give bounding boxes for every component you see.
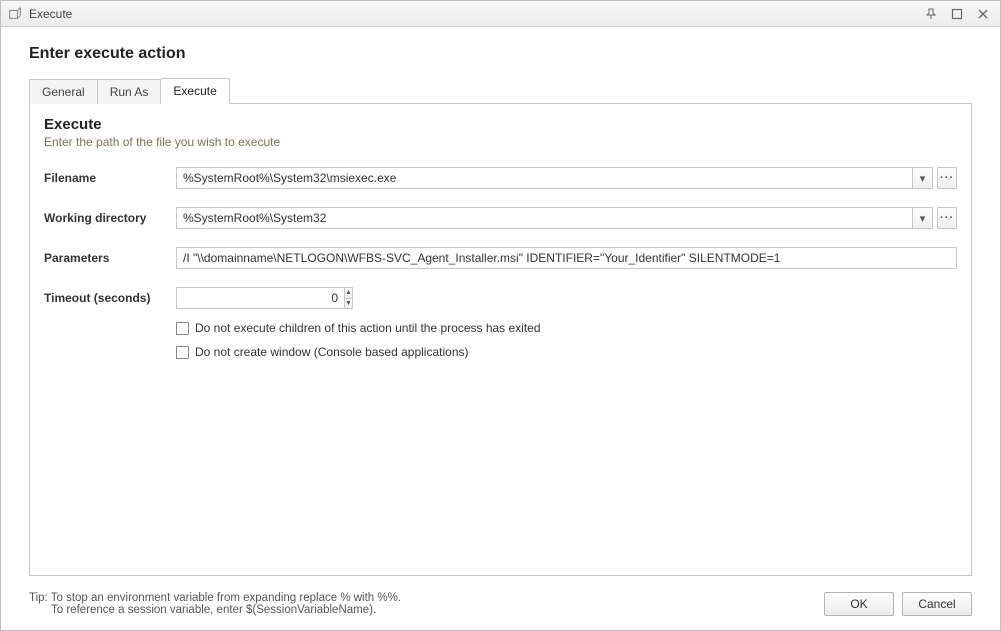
- page-title: Enter execute action: [29, 45, 972, 63]
- close-icon[interactable]: [972, 5, 994, 23]
- tip-line2: To reference a session variable, enter $…: [29, 604, 816, 616]
- no-window-checkbox[interactable]: [176, 346, 189, 359]
- filename-browse-button[interactable]: ···: [937, 167, 957, 189]
- ok-button[interactable]: OK: [824, 592, 894, 616]
- wait-children-checkbox[interactable]: [176, 322, 189, 335]
- section-desc: Enter the path of the file you wish to e…: [44, 135, 957, 149]
- filename-label: Filename: [44, 171, 176, 185]
- tab-run-as[interactable]: Run As: [98, 79, 162, 104]
- content-area: Enter execute action General Run As Exec…: [1, 27, 1000, 586]
- workdir-input[interactable]: [176, 207, 913, 229]
- tab-general[interactable]: General: [29, 79, 98, 104]
- workdir-label: Working directory: [44, 211, 176, 225]
- timeout-label: Timeout (seconds): [44, 291, 176, 305]
- workdir-browse-button[interactable]: ···: [937, 207, 957, 229]
- tabstrip: General Run As Execute: [29, 77, 972, 104]
- timeout-spin-up-icon[interactable]: ▲: [345, 288, 352, 298]
- maximize-icon[interactable]: [946, 5, 968, 23]
- parameters-label: Parameters: [44, 251, 176, 265]
- filename-dropdown-icon[interactable]: ▾: [913, 167, 933, 189]
- workdir-dropdown-icon[interactable]: ▾: [913, 207, 933, 229]
- execute-dialog: Execute Enter execute action General Run…: [0, 0, 1001, 631]
- cancel-button[interactable]: Cancel: [902, 592, 972, 616]
- tabpanel-execute: Execute Enter the path of the file you w…: [29, 104, 972, 576]
- footer: Tip: To stop an environment variable fro…: [1, 586, 1000, 630]
- timeout-input[interactable]: [176, 287, 345, 309]
- timeout-spin-down-icon[interactable]: ▼: [345, 298, 352, 309]
- window-title: Execute: [29, 7, 72, 21]
- section-title: Execute: [44, 116, 957, 133]
- pin-icon[interactable]: [920, 5, 942, 23]
- tip-line1: Tip: To stop an environment variable fro…: [29, 592, 401, 604]
- wait-children-label: Do not execute children of this action u…: [195, 321, 541, 335]
- no-window-label: Do not create window (Console based appl…: [195, 345, 469, 359]
- app-icon: [7, 6, 23, 22]
- titlebar: Execute: [1, 1, 1000, 27]
- tip-text: Tip: To stop an environment variable fro…: [29, 592, 816, 616]
- filename-input[interactable]: [176, 167, 913, 189]
- tab-execute[interactable]: Execute: [161, 78, 229, 104]
- parameters-input[interactable]: [176, 247, 957, 269]
